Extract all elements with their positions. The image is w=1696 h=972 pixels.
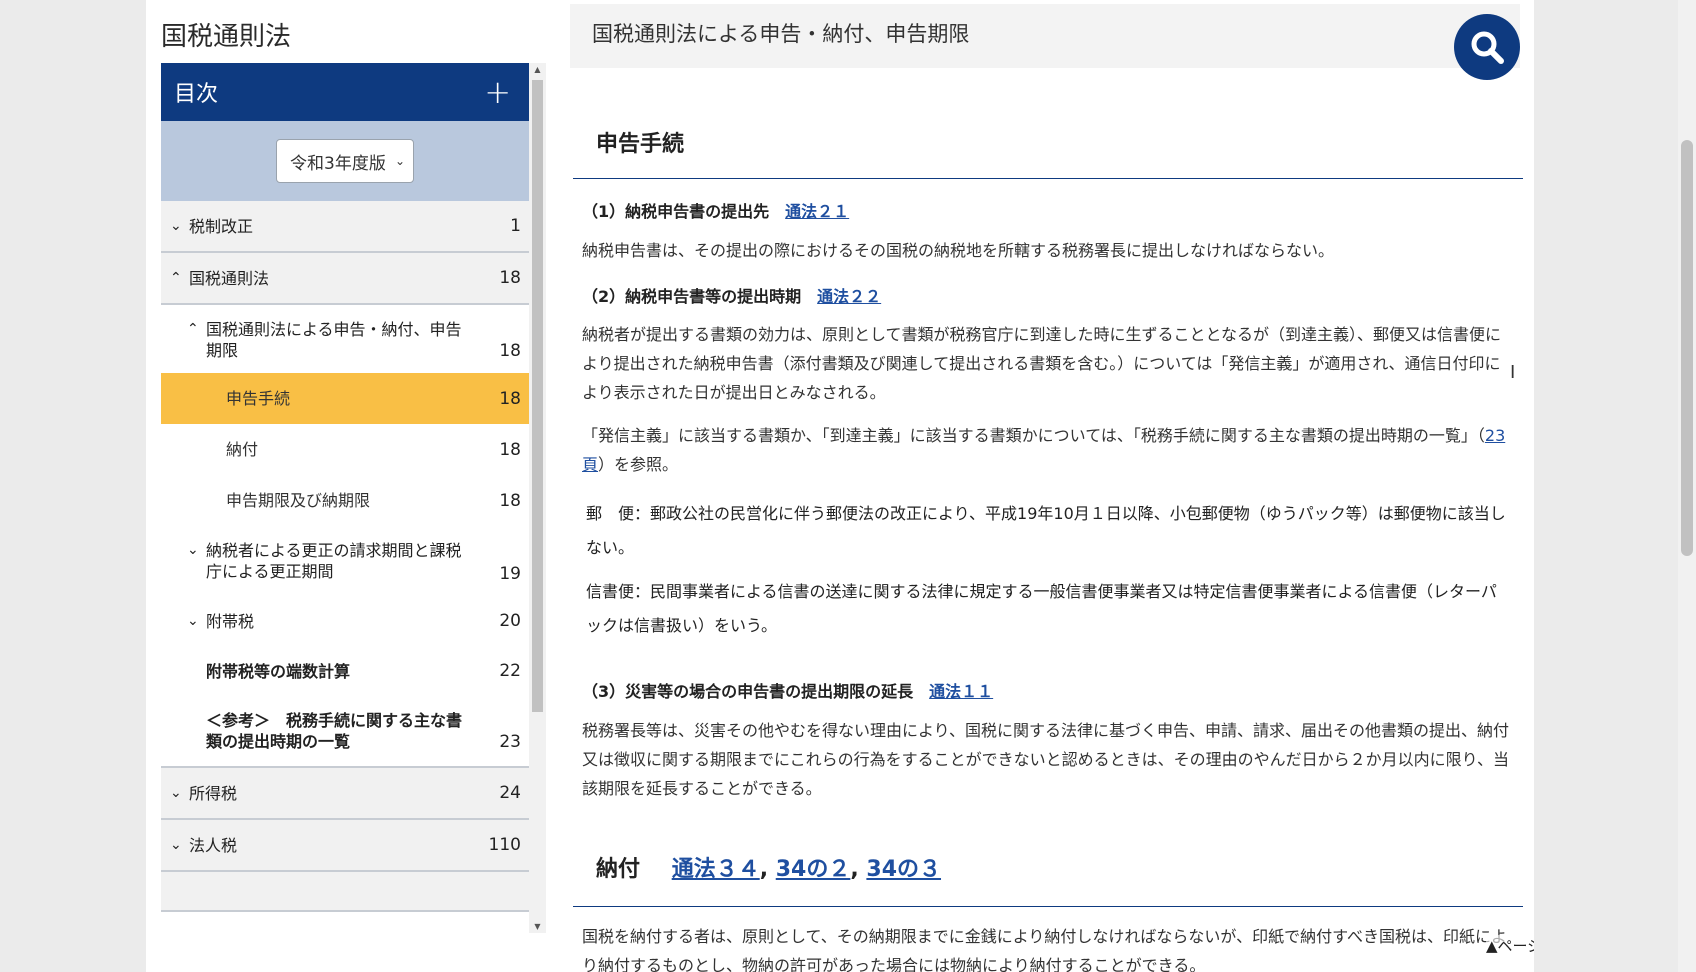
- toc-item-page: 18: [499, 341, 521, 361]
- section-title-noufu: 納付 通法３４, 34の２, 34の３: [596, 857, 942, 882]
- chevron-up-icon: ⌃: [187, 321, 199, 337]
- toc-item-label: 申告期限及び納期限: [226, 491, 371, 510]
- toc-item-page: 18: [499, 439, 521, 460]
- toc-item-next[interactable]: [161, 872, 529, 912]
- subheading-teishutsu-jiki: （2）納税申告書等の提出時期 通法２２: [582, 283, 881, 307]
- subheading-teishutsu-saki: （1）納税申告書の提出先 通法２１: [582, 198, 849, 222]
- toc-item-page: 20: [499, 611, 521, 631]
- toc-item-page: 18: [499, 388, 521, 409]
- plus-icon[interactable]: +: [484, 76, 511, 108]
- sidebar-title: 国税通則法: [161, 22, 292, 52]
- toc-item-label: ＜参考＞ 税務手続に関する主な書類の提出時期の一覧: [206, 711, 463, 751]
- text-cursor-icon: I: [1510, 362, 1516, 383]
- subheading-kigen-encho: （3）災害等の場合の申告書の提出期限の延長 通法１１: [582, 678, 993, 702]
- link-34-2[interactable]: 34の２: [776, 857, 851, 882]
- toc-scrollbar-thumb[interactable]: [532, 80, 543, 712]
- version-select[interactable]: 令和3年度版 ⌄: [276, 139, 414, 183]
- toc-item-label: 法人税: [189, 835, 238, 855]
- toc-item-label: 附帯税等の端数計算: [206, 661, 351, 681]
- toc-item-label: 国税通則法による申告・納付、申告期限: [206, 320, 462, 360]
- main-content: 国税通則法による申告・納付、申告期限 申告手続 （1）納税申告書の提出先 通法２１…: [570, 0, 1524, 972]
- back-to-top-link[interactable]: ▲ページの先頭に戻る: [1486, 935, 1534, 956]
- page-scrollbar[interactable]: [1678, 0, 1696, 972]
- toc-label: 目次: [174, 82, 219, 107]
- page-container: 国税通則法 目次 + 令和3年度版 ⌄ ⌄ 税制改正 1 ⌃ 国税通則法 18 ⌃ 国…: [146, 0, 1534, 972]
- chevron-down-icon: ⌄: [187, 612, 199, 629]
- toc-item-shinkoku-kigen[interactable]: 申告期限及び納期限 18: [161, 475, 529, 526]
- toc-item-shotokuzei[interactable]: ⌄ 所得税 24: [161, 768, 529, 820]
- toc-item-page: 18: [499, 268, 521, 288]
- paragraph-1: 納税申告書は、その提出の際におけるその国税の納税地を所轄する税務署長に提出しなけ…: [582, 241, 1335, 260]
- note-yuubin: 郵 便：郵政公社の民営化に伴う郵便法の改正により、平成19年10月１日以降、小包…: [586, 504, 1506, 557]
- search-icon: [1471, 31, 1504, 64]
- toc-item-shinkoku-tetsuzuki[interactable]: 申告手続 18: [161, 373, 529, 424]
- toc-item-label: 附帯税: [206, 611, 255, 631]
- link-tsuho-22[interactable]: 通法２２: [817, 287, 881, 306]
- toc-item-page: 22: [499, 661, 521, 681]
- toc-item-label: 国税通則法: [189, 268, 270, 288]
- toc-item-page: 24: [499, 783, 521, 803]
- paragraph-2: 納税者が提出する書類の効力は、原則として書類が税務官庁に到達した時に生ずることと…: [582, 325, 1502, 402]
- link-tsuho-21[interactable]: 通法２１: [785, 202, 849, 221]
- scroll-down-icon[interactable]: ▼: [529, 922, 546, 931]
- toc-scrollbar[interactable]: ▲ ▼: [529, 63, 546, 933]
- toc-item-zeisei-kaisei[interactable]: ⌄ 税制改正 1: [161, 201, 529, 253]
- toc-item-sankou-ichiran[interactable]: ＜参考＞ 税務手続に関する主な書類の提出時期の一覧 23: [161, 696, 529, 768]
- section-divider: [573, 906, 1523, 907]
- paragraph-3-text-end: ）を参照。: [598, 455, 679, 474]
- subheading-label: （2）納税申告書等の提出時期: [582, 287, 802, 306]
- page-scrollbar-thumb[interactable]: [1681, 140, 1693, 556]
- link-tsuho-11[interactable]: 通法１１: [929, 682, 993, 701]
- chevron-down-icon: ⌄: [394, 154, 405, 168]
- paragraph-3: 「発信主義」に該当する書類か、「到達主義」に該当する書類かについては、「税務手続…: [582, 421, 1512, 479]
- scroll-up-icon[interactable]: ▲: [529, 65, 546, 74]
- toc-item-page: 19: [499, 564, 521, 584]
- search-button[interactable]: [1454, 14, 1520, 80]
- toc-item-futaizei[interactable]: ⌄ 附帯税 20: [161, 596, 529, 646]
- toc-item-page: 1: [510, 216, 521, 236]
- version-area: 令和3年度版 ⌄: [161, 121, 529, 201]
- toc-item-page: 18: [499, 490, 521, 511]
- chevron-down-icon: ⌄: [187, 542, 199, 558]
- link-tsuho-34[interactable]: 通法３４: [672, 857, 760, 882]
- subheading-label: （1）納税申告書の提出先: [582, 202, 770, 221]
- toc-item-kokuzei-tsusoku[interactable]: ⌃ 国税通則法 18: [161, 253, 529, 305]
- toc-item-label: 納税者による更正の請求期間と課税庁による更正期間: [206, 541, 462, 581]
- toc-item-page: 23: [499, 732, 521, 752]
- toc-item-label: 所得税: [189, 783, 238, 803]
- content-header-title: 国税通則法による申告・納付、申告期限: [592, 22, 970, 46]
- subheading-label: （3）災害等の場合の申告書の提出期限の延長: [582, 682, 914, 701]
- section-divider: [573, 178, 1523, 179]
- toc-item-shinkoku-noufu[interactable]: ⌃ 国税通則法による申告・納付、申告期限 18: [161, 305, 529, 373]
- paragraph-4: 税務署長等は、災害その他やむを得ない理由により、国税に関する法律に基づく申告、申…: [582, 721, 1510, 798]
- toc-item-label: 申告手続: [226, 389, 291, 408]
- section-title-label: 納付: [596, 857, 641, 882]
- paragraph-5: 国税を納付する者は、原則として、その納期限までに金銭により納付しなければならない…: [582, 927, 1507, 972]
- toc-item-hasuu-keisan[interactable]: 附帯税等の端数計算 22: [161, 646, 529, 696]
- toc-item-label: 税制改正: [189, 216, 254, 236]
- toc-header[interactable]: 目次 +: [161, 63, 529, 121]
- link-34-3[interactable]: 34の３: [866, 857, 941, 882]
- paragraph-3-text: 「発信主義」に該当する書類か、「到達主義」に該当する書類かについては、「税務手続…: [582, 426, 1485, 445]
- chevron-down-icon: ⌄: [170, 836, 182, 853]
- toc-item-houjinzei[interactable]: ⌄ 法人税 110: [161, 820, 529, 872]
- chevron-up-icon: ⌃: [170, 269, 182, 286]
- chevron-down-icon: ⌄: [170, 217, 182, 234]
- note-shinshobin: 信書便：民間事業者による信書の送達に関する法律に規定する一般信書便事業者又は特定…: [586, 582, 1497, 635]
- section-title-shinkoku: 申告手続: [596, 132, 685, 157]
- toc-panel: 目次 + 令和3年度版 ⌄ ⌄ 税制改正 1 ⌃ 国税通則法 18 ⌃ 国税通則法によ…: [161, 63, 529, 933]
- version-select-value: 令和3年度版: [290, 153, 386, 174]
- chevron-down-icon: ⌄: [170, 784, 182, 801]
- toc-item-kousei-seikyu[interactable]: ⌄ 納税者による更正の請求期間と課税庁による更正期間 19: [161, 526, 529, 596]
- toc-item-noufu[interactable]: 納付 18: [161, 424, 529, 475]
- toc-item-label: 納付: [226, 440, 259, 459]
- content-header: 国税通則法による申告・納付、申告期限: [570, 4, 1520, 68]
- toc-item-page: 110: [488, 835, 521, 855]
